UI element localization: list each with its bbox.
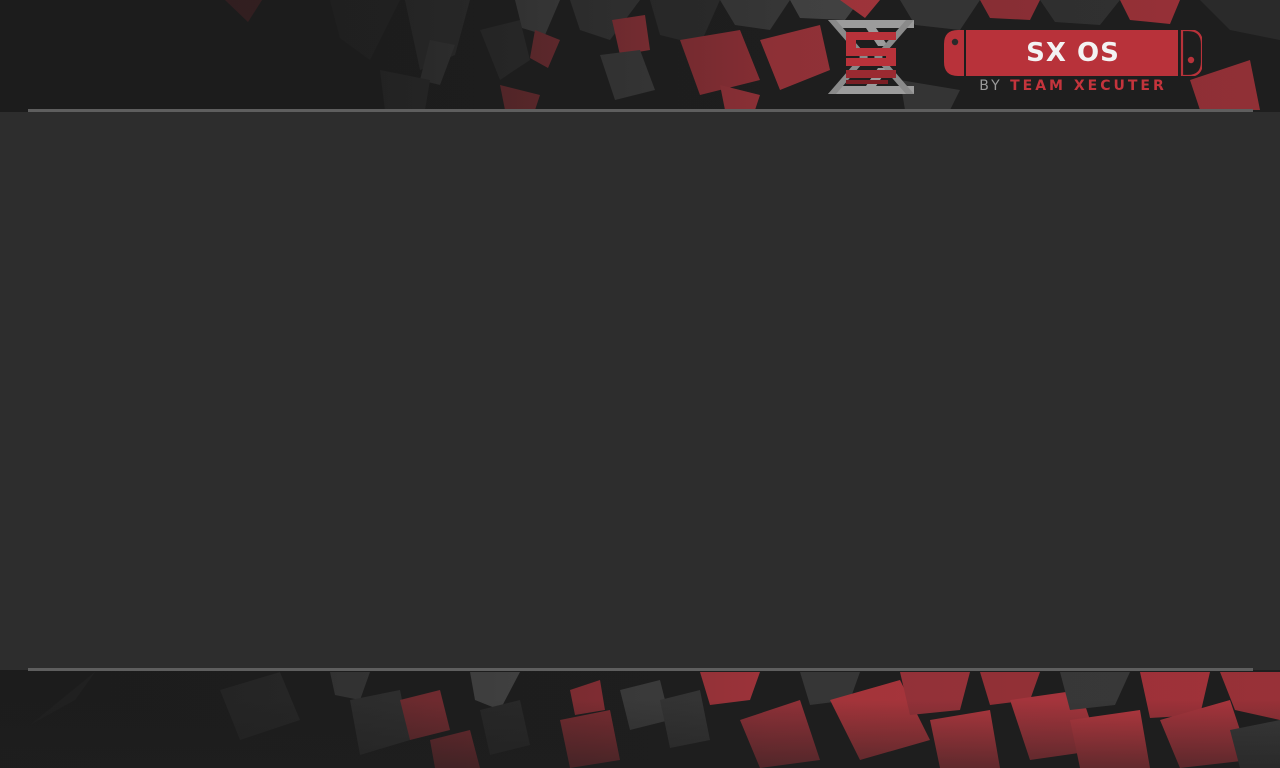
sx-os-screen: SX OS BY TEAM XECUTER (0, 0, 1280, 768)
sx-os-logo: SX OS BY TEAM XECUTER (826, 18, 1206, 100)
top-divider (28, 109, 1253, 112)
footer-bottom-shade (0, 700, 1280, 768)
logo-subtitle-team: TEAM XECUTER (1010, 78, 1167, 94)
logo-subtitle: BY TEAM XECUTER (966, 78, 1180, 94)
content-panel (0, 112, 1280, 670)
logo-subtitle-by: BY (979, 78, 1011, 94)
sx-emblem-icon (828, 20, 914, 94)
bottom-divider (28, 668, 1253, 671)
logo-title: SX OS (1026, 38, 1120, 68)
